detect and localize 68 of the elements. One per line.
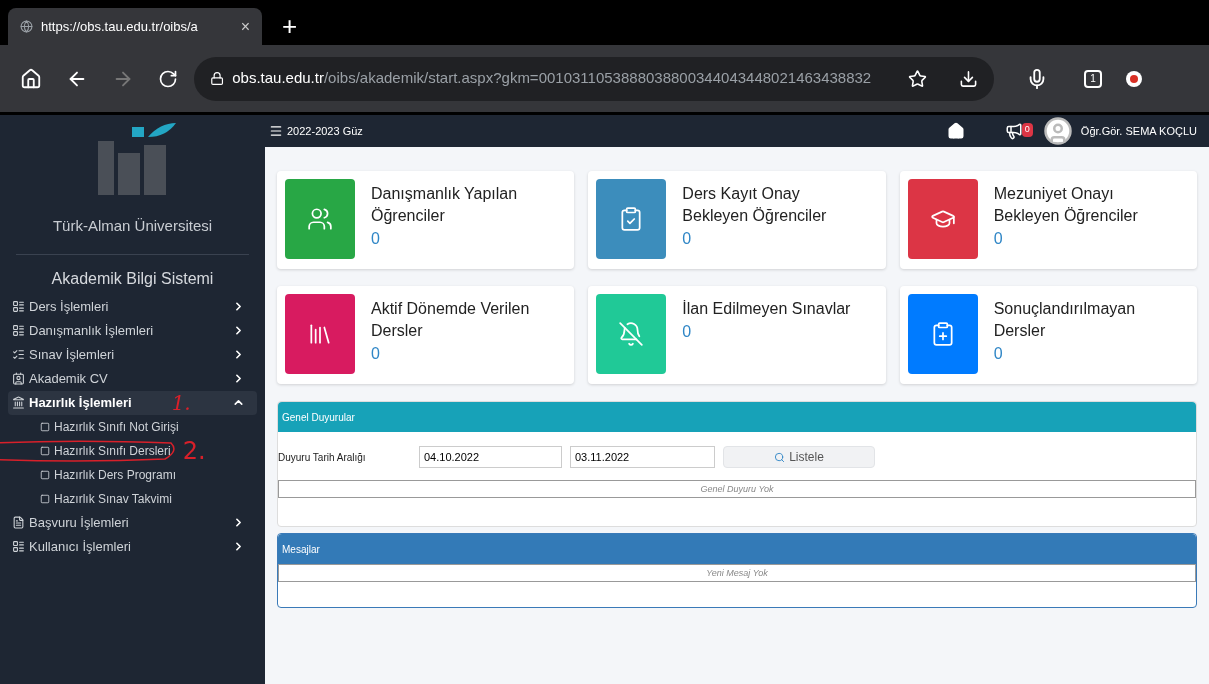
tab-title: https://obs.tau.edu.tr/oibs/a bbox=[41, 17, 199, 36]
submenu-item[interactable]: Hazırlık Sınav Takvimi bbox=[8, 486, 176, 511]
update-icon[interactable] bbox=[1126, 70, 1142, 87]
submenu-item[interactable]: Hazırlık Sınıfı Dersleri bbox=[8, 438, 175, 463]
sidebar-item[interactable]: Danışmanlık İşlemleri bbox=[8, 318, 257, 343]
home-icon[interactable] bbox=[20, 67, 42, 90]
sidebar-item[interactable]: Kullanıcı İşlemleri bbox=[8, 534, 257, 559]
star-icon[interactable] bbox=[908, 68, 928, 89]
university-name: Türk-Alman Üniversitesi bbox=[51, 216, 214, 236]
browser-tab[interactable]: https://obs.tau.edu.tr/oibs/a × bbox=[8, 8, 262, 45]
sidebar-item[interactable]: Sınav İşlemleri bbox=[8, 342, 257, 367]
stat-card[interactable]: Danışmanlık Yapılan Öğrenciler 0 bbox=[277, 171, 575, 269]
close-tab-button[interactable]: × bbox=[240, 14, 250, 39]
address-bar[interactable]: obs.tau.edu.tr/oibs/akademik/start.aspx?gkm=0010311053888038800344043448021463438832 bbox=[194, 56, 994, 101]
handwritten-note: 2. bbox=[182, 438, 206, 463]
stat-count: 0 bbox=[682, 322, 693, 342]
tab-count-button[interactable]: 1 bbox=[1084, 69, 1102, 88]
notification-badge: 0 bbox=[1021, 123, 1033, 137]
date-from-field[interactable]: 04.10.2022 bbox=[419, 446, 562, 468]
panel-header: Genel Duyurular bbox=[278, 402, 1196, 432]
new-tab-button[interactable]: + bbox=[278, 8, 302, 45]
date-to-field[interactable]: 03.11.2022 bbox=[570, 446, 715, 468]
stat-count: 0 bbox=[371, 344, 381, 364]
sidebar-item[interactable]: Ders İşlemleri bbox=[8, 294, 257, 319]
stat-title: Danışmanlık Yapılan Öğrenciler bbox=[371, 184, 519, 226]
square-icon bbox=[40, 421, 50, 432]
term-label[interactable]: 2022-2023 Güz bbox=[287, 122, 363, 140]
handwritten-note: 1. bbox=[171, 391, 191, 414]
lock-icon bbox=[210, 71, 225, 86]
stat-title: İlan Edilmeyen Sınavlar bbox=[682, 299, 852, 319]
sidebar-item[interactable]: Başvuru İşlemleri bbox=[8, 510, 257, 535]
sidebar-item[interactable]: Akademik CV bbox=[8, 366, 257, 391]
reload-icon[interactable] bbox=[158, 68, 178, 89]
stat-title: Sonuçlandırılmayan Dersler bbox=[993, 299, 1137, 341]
stat-title: Mezuniyet Onayı Bekleyen Öğrenciler bbox=[993, 184, 1139, 226]
list-button[interactable]: Listele bbox=[723, 446, 875, 468]
stat-card[interactable]: Ders Kayıt Onay Bekleyen Öğrenciler 0 bbox=[588, 171, 886, 269]
search-icon bbox=[774, 451, 786, 463]
url-text: obs.tau.edu.tr/oibs/akademik/start.aspx?gkm=0010311053888038800344043448021463438832 bbox=[232, 68, 873, 89]
stat-card[interactable]: Mezuniyet Onayı Bekleyen Öğrenciler 0 bbox=[899, 171, 1197, 269]
panel-header: Mesajlar bbox=[278, 534, 1196, 564]
date-range-label: Duyuru Tarih Aralığı bbox=[278, 450, 367, 465]
megaphone-icon[interactable] bbox=[1004, 122, 1023, 140]
square-icon bbox=[40, 469, 50, 480]
stat-icon bbox=[618, 321, 645, 347]
empty-message: Yeni Mesaj Yok bbox=[278, 564, 1196, 582]
stat-count: 0 bbox=[682, 229, 693, 249]
submenu-item[interactable]: Hazırlık Ders Programı bbox=[8, 462, 181, 487]
stat-icon bbox=[307, 206, 333, 232]
stat-card[interactable]: İlan Edilmeyen Sınavlar 0 bbox=[588, 286, 886, 384]
empty-message: Genel Duyuru Yok bbox=[278, 480, 1196, 498]
system-title: Akademik Bilgi Sistemi bbox=[50, 268, 215, 289]
stat-count: 0 bbox=[371, 229, 381, 249]
avatar-icon[interactable] bbox=[1042, 116, 1073, 146]
stat-count: 0 bbox=[993, 229, 1004, 249]
stat-title: Aktif Dönemde Verilen Dersler bbox=[371, 299, 531, 341]
sidebar-item[interactable]: Hazırlık İşlemleri 1. bbox=[8, 390, 257, 415]
globe-icon bbox=[20, 20, 33, 33]
stat-card[interactable]: Aktif Dönemde Verilen Dersler 0 bbox=[277, 286, 575, 384]
stat-count: 0 bbox=[993, 344, 1004, 364]
home-icon[interactable] bbox=[946, 122, 965, 140]
square-icon bbox=[40, 493, 50, 504]
download-icon[interactable] bbox=[959, 68, 978, 89]
user-name[interactable]: Öğr.Gör. SEMA KOÇLU bbox=[1080, 122, 1197, 140]
submenu-item[interactable]: Hazırlık Sınıfı Not Girişi bbox=[8, 414, 183, 439]
square-icon bbox=[40, 445, 50, 456]
stat-card[interactable]: Sonuçlandırılmayan Dersler 0 bbox=[899, 286, 1197, 384]
stat-title: Ders Kayıt Onay Bekleyen Öğrenciler bbox=[682, 184, 828, 226]
